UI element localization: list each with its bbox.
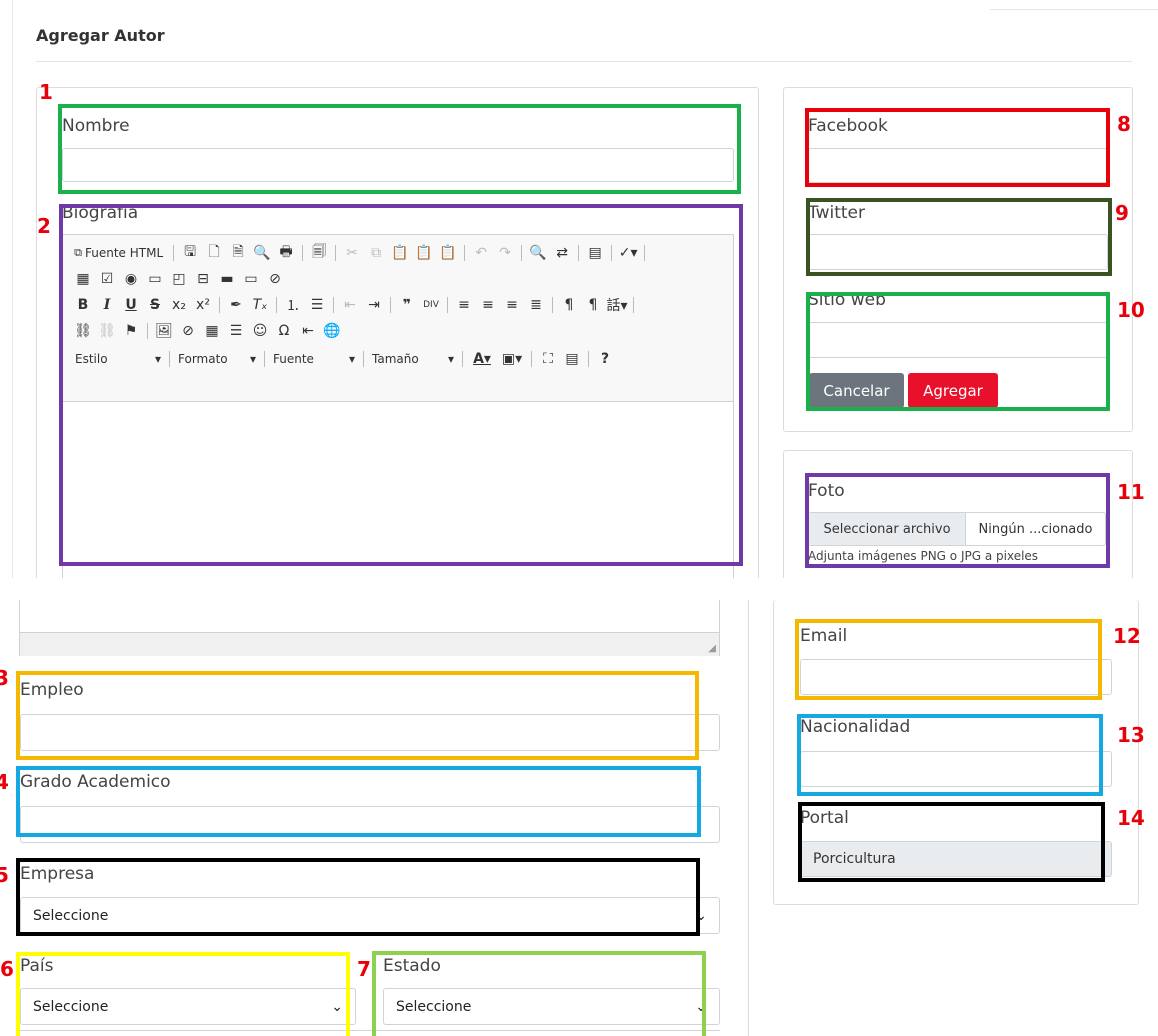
editor-statusbar: ◢	[20, 633, 719, 656]
annotation-number-3: 3	[0, 666, 9, 690]
highlight-box-12	[795, 619, 1102, 700]
highlight-box-5	[16, 858, 700, 936]
annotation-number-4: 4	[0, 770, 9, 794]
annotation-number-2: 2	[37, 214, 51, 238]
annotation-number-5: 5	[0, 863, 9, 887]
left-vertical-border	[12, 0, 13, 578]
annotation-number-14: 14	[1117, 806, 1145, 830]
highlight-box-1	[58, 104, 741, 194]
resize-handle-icon[interactable]: ◢	[708, 643, 716, 654]
top-border-line	[990, 0, 1158, 10]
title-divider	[36, 61, 1132, 62]
highlight-box-10	[806, 292, 1110, 411]
annotation-number-11: 11	[1117, 480, 1145, 504]
highlight-box-11	[805, 473, 1110, 568]
highlight-box-2	[59, 204, 743, 566]
page-title: Agregar Autor	[36, 26, 165, 45]
annotation-number-10: 10	[1117, 298, 1145, 322]
highlight-box-9	[806, 198, 1112, 276]
highlight-box-13	[797, 714, 1103, 796]
highlight-box-8	[805, 108, 1110, 187]
editor-footer: ◢	[19, 600, 720, 656]
highlight-box-7	[372, 951, 706, 1036]
highlight-box-6	[16, 952, 350, 1036]
annotation-number-12: 12	[1113, 624, 1141, 648]
annotation-number-9: 9	[1115, 201, 1129, 225]
highlight-box-3	[16, 671, 699, 760]
annotation-number-8: 8	[1117, 112, 1131, 136]
highlight-box-4	[16, 766, 701, 837]
screenshot-split	[0, 578, 1158, 600]
annotation-number-6: 6	[0, 957, 14, 981]
annotation-number-1: 1	[39, 80, 53, 104]
annotation-number-13: 13	[1117, 723, 1145, 747]
annotation-number-7: 7	[357, 957, 371, 981]
highlight-box-14	[798, 802, 1105, 882]
